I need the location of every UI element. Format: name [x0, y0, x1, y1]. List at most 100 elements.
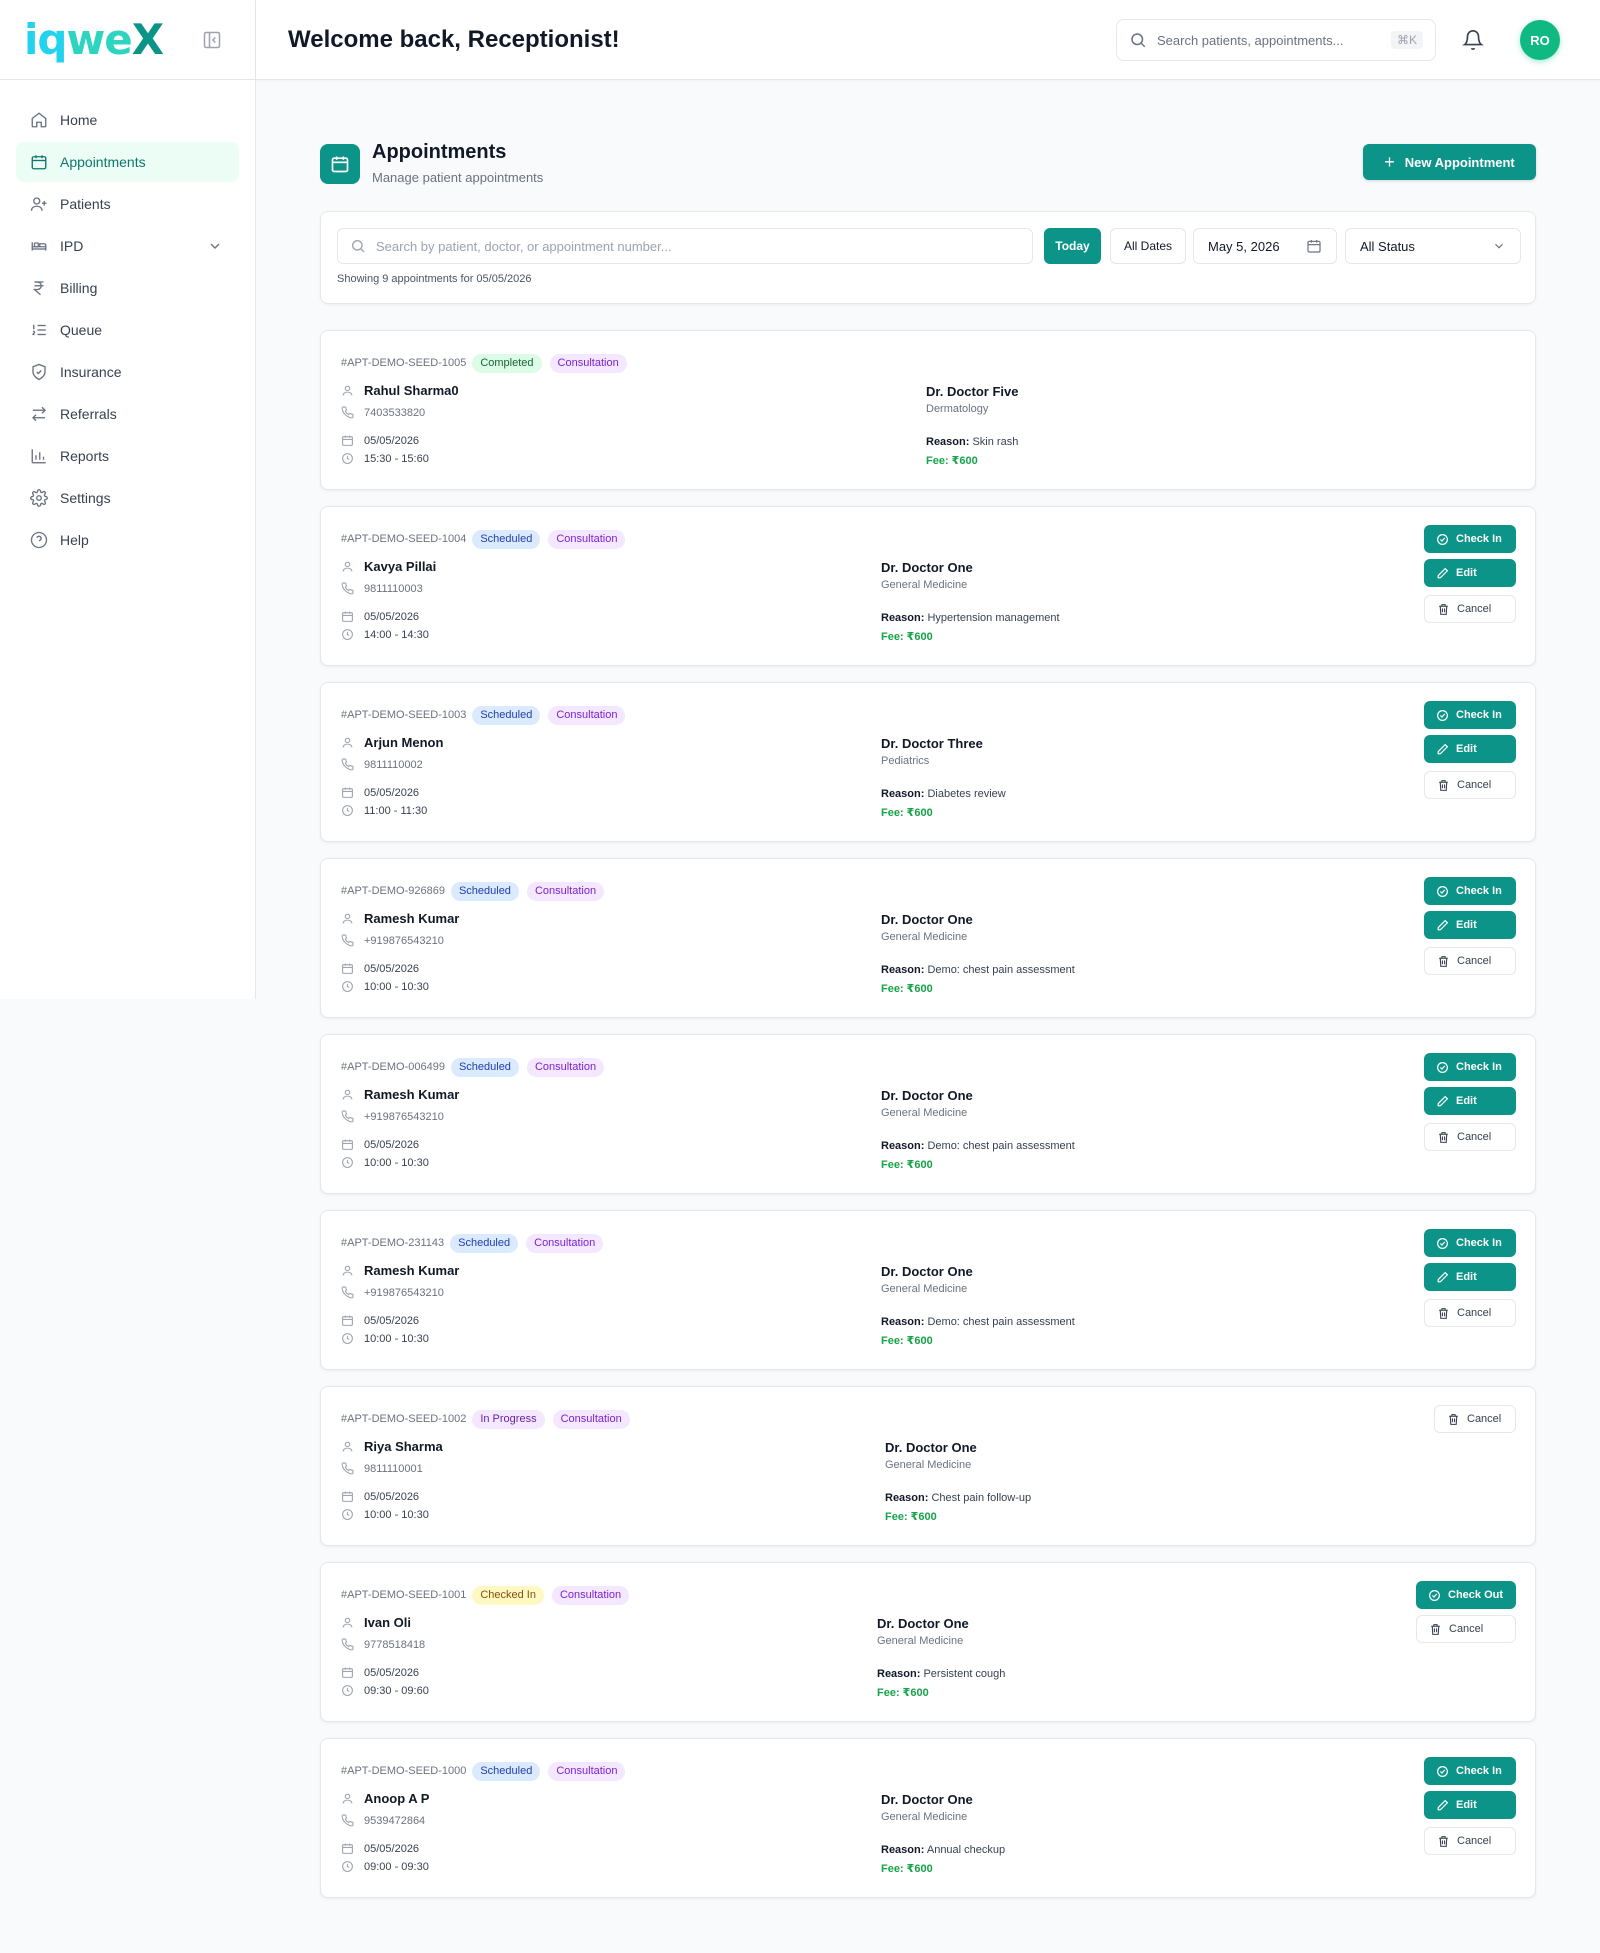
sidebar-item-reports[interactable]: Reports	[16, 436, 239, 476]
appointment-card: #APT-DEMO-SEED-1005 Completed Consultation…	[320, 330, 1536, 490]
sidebar: iqweX Home Appointments Patients IPD Bil…	[0, 0, 256, 999]
check-circle-icon	[1428, 1589, 1441, 1602]
reason-text: Hypertension management	[927, 612, 1060, 624]
bar-chart-icon	[30, 447, 48, 465]
edit-button[interactable]: Edit	[1424, 735, 1516, 763]
trash-icon	[1437, 1835, 1450, 1848]
all-dates-button[interactable]: All Dates	[1110, 228, 1186, 264]
pencil-icon	[1436, 919, 1449, 932]
sidebar-item-referrals[interactable]: Referrals	[16, 394, 239, 434]
cancel-button[interactable]: Cancel	[1424, 947, 1516, 975]
cancel-button[interactable]: Cancel	[1424, 771, 1516, 799]
edit-button[interactable]: Edit	[1424, 911, 1516, 939]
check-in-button[interactable]: Check In	[1424, 877, 1516, 905]
consultation-fee: Fee: ₹600	[885, 1511, 937, 1523]
appointment-time: 10:00 - 10:30	[364, 1332, 429, 1345]
cancel-button[interactable]: Cancel	[1424, 1299, 1516, 1327]
chevron-down-icon	[1492, 239, 1506, 253]
edit-button[interactable]: Edit	[1424, 1087, 1516, 1115]
reason-text: Chest pain follow-up	[931, 1492, 1032, 1504]
today-button[interactable]: Today	[1044, 228, 1101, 264]
edit-button[interactable]: Edit	[1424, 559, 1516, 587]
appointment-time-row: 10:00 - 10:30	[341, 980, 429, 993]
reason-text: Annual checkup	[926, 1844, 1006, 1856]
status-value: All Status	[1360, 238, 1415, 254]
user-avatar[interactable]: RO	[1520, 20, 1560, 60]
edit-button[interactable]: Edit	[1424, 1263, 1516, 1291]
sidebar-item-patients[interactable]: Patients	[16, 184, 239, 224]
status-badge: Completed	[472, 353, 542, 373]
list-ordered-icon	[30, 321, 48, 339]
patient-phone: +919876543210	[364, 934, 444, 947]
check-in-button[interactable]: Check In	[1424, 1229, 1516, 1257]
patient-name: Ramesh Kumar	[364, 911, 460, 926]
appointment-date-row: 05/05/2026	[341, 1842, 419, 1855]
action-label: Cancel	[1457, 603, 1492, 615]
check-in-button[interactable]: Check In	[1424, 1053, 1516, 1081]
check-in-button[interactable]: Check In	[1424, 1757, 1516, 1785]
action-label: Edit	[1456, 1095, 1477, 1107]
sidebar-item-billing[interactable]: Billing	[16, 268, 239, 308]
sidebar-item-home[interactable]: Home	[16, 100, 239, 140]
sidebar-item-help[interactable]: Help	[16, 520, 239, 560]
sidebar-item-insurance[interactable]: Insurance	[16, 352, 239, 392]
type-badge: Consultation	[526, 1233, 604, 1253]
reason-text: Demo: chest pain assessment	[927, 964, 1075, 976]
patient-name-row: Kavya Pillai	[341, 559, 436, 574]
sidebar-collapse-icon[interactable]	[202, 30, 222, 50]
user-icon	[341, 1440, 354, 1453]
status-badge: In Progress	[472, 1409, 545, 1429]
appointment-search-input[interactable]: Search by patient, doctor, or appointmen…	[337, 228, 1033, 264]
check-in-button[interactable]: Check In	[1424, 525, 1516, 553]
new-appointment-button[interactable]: + New Appointment	[1363, 144, 1536, 180]
date-picker[interactable]: May 5, 2026	[1193, 228, 1337, 264]
appointment-date-row: 05/05/2026	[341, 1666, 419, 1679]
reason-label: Reason:	[877, 1668, 921, 1680]
status-select[interactable]: All Status	[1345, 228, 1521, 264]
type-badge: Consultation	[552, 1409, 630, 1429]
calendar-icon	[341, 610, 354, 623]
edit-button[interactable]: Edit	[1424, 1791, 1516, 1819]
chevron-down-icon[interactable]	[207, 238, 223, 254]
cancel-button[interactable]: Cancel	[1424, 1123, 1516, 1151]
patient-name-row: Anoop A P	[341, 1791, 429, 1806]
consultation-fee: Fee: ₹600	[881, 983, 933, 995]
phone-icon	[341, 1462, 354, 1475]
calendar-icon	[30, 153, 48, 171]
user-icon	[341, 1616, 354, 1629]
appointment-date-row: 05/05/2026	[341, 962, 419, 975]
cancel-button[interactable]: Cancel	[1424, 1827, 1516, 1855]
cancel-button[interactable]: Cancel	[1424, 595, 1516, 623]
card-header: #APT-DEMO-SEED-1000 Scheduled Consultation	[341, 1761, 633, 1781]
check-in-button[interactable]: Check In	[1424, 701, 1516, 729]
arrows-exchange-icon	[30, 405, 48, 423]
welcome-heading: Welcome back, Receptionist!	[288, 26, 620, 53]
gear-icon	[30, 489, 48, 507]
doctor-name: Dr. Doctor One	[881, 912, 973, 927]
calendar-icon	[341, 962, 354, 975]
visit-reason: Reason: Annual checkup	[881, 1844, 1005, 1856]
sidebar-item-ipd[interactable]: IPD	[16, 226, 239, 266]
sidebar-item-queue[interactable]: Queue	[16, 310, 239, 350]
global-search-input[interactable]: Search patients, appointments... ⌘K	[1116, 19, 1436, 61]
sidebar-item-label: IPD	[60, 238, 84, 254]
app-logo[interactable]: iqweX	[24, 18, 164, 61]
bell-icon[interactable]	[1462, 29, 1484, 51]
sidebar-item-settings[interactable]: Settings	[16, 478, 239, 518]
calendar-icon	[341, 1842, 354, 1855]
sidebar-item-label: Queue	[60, 322, 103, 338]
patient-phone-row: 9811110003	[341, 582, 423, 595]
check-out-button[interactable]: Check Out	[1416, 1581, 1516, 1609]
visit-reason: Reason: Demo: chest pain assessment	[881, 964, 1075, 976]
cancel-button[interactable]: Cancel	[1416, 1615, 1516, 1643]
sidebar-item-appointments[interactable]: Appointments	[16, 142, 239, 182]
action-label: Cancel	[1457, 1835, 1492, 1847]
cancel-button[interactable]: Cancel	[1434, 1405, 1516, 1433]
action-label: Edit	[1456, 919, 1477, 931]
action-label: Edit	[1456, 567, 1477, 579]
card-header: #APT-DEMO-231143 Scheduled Consultation	[341, 1233, 611, 1253]
doctor-name: Dr. Doctor One	[881, 560, 973, 575]
appointment-number: #APT-DEMO-926869	[341, 885, 445, 897]
clock-icon	[341, 804, 354, 817]
appointment-number: #APT-DEMO-SEED-1000	[341, 1765, 467, 1777]
